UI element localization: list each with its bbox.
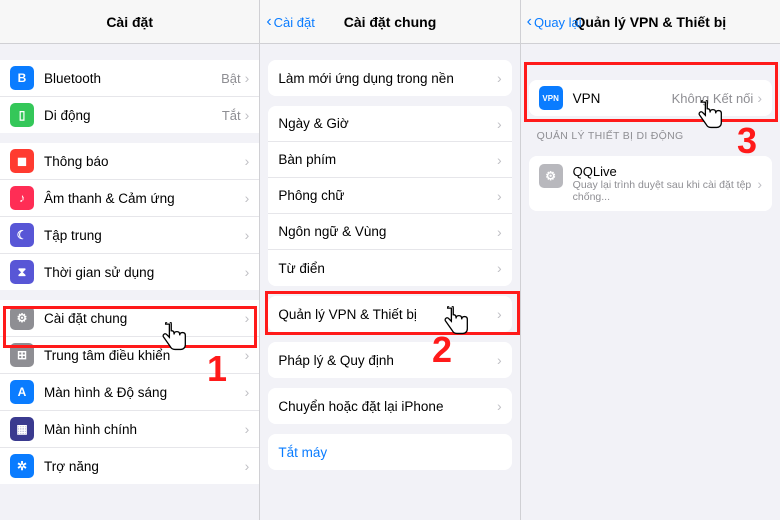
chevron-right-icon: › <box>497 224 502 240</box>
chevron-right-icon: › <box>245 227 250 243</box>
row-label: Pháp lý & Quy định <box>278 353 497 368</box>
row-label: Chuyển hoặc đặt lại iPhone <box>278 399 497 414</box>
row-label: Phông chữ <box>278 188 497 203</box>
row-label: Ngôn ngữ & Vùng <box>278 224 497 239</box>
general-settings-pane: ‹ Cài đặt Cài đặt chung Làm mới ứng dụng… <box>260 0 520 520</box>
chevron-left-icon: ‹ <box>527 14 532 30</box>
annotation-number-3: 3 <box>737 120 757 162</box>
chevron-right-icon: › <box>497 116 502 132</box>
page-title: Cài đặt <box>106 14 153 30</box>
settings-row-item0[interactable]: Chuyển hoặc đặt lại iPhone› <box>268 388 511 424</box>
row-value: Bật <box>221 71 241 86</box>
chevron-right-icon: › <box>497 260 502 276</box>
annotation-number-2: 2 <box>432 329 452 371</box>
chevron-right-icon: › <box>497 352 502 368</box>
settings-row-item1[interactable]: Bàn phím› <box>268 142 511 178</box>
display-icon: A <box>10 380 34 404</box>
chevron-right-icon: › <box>245 153 250 169</box>
chevron-right-icon: › <box>245 384 250 400</box>
settings-row-general[interactable]: ⚙ Cài đặt chung› <box>0 300 259 337</box>
profile-sublabel: Quay lại trình duyệt sau khi cài đặt tệp… <box>573 179 758 203</box>
chevron-right-icon: › <box>245 190 250 206</box>
annotation-number-1: 1 <box>207 348 227 390</box>
row-label: Tắt máy <box>278 445 501 460</box>
settings-row-item4[interactable]: Từ điển› <box>268 250 511 286</box>
chevron-left-icon: ‹ <box>266 14 271 30</box>
chevron-right-icon: › <box>245 264 250 280</box>
focus-icon: ☾ <box>10 223 34 247</box>
row-label: Thời gian sử dụng <box>44 265 245 280</box>
chevron-right-icon: › <box>497 306 502 322</box>
back-label: Cài đặt <box>274 15 315 30</box>
settings-row-accessibility[interactable]: ✲ Trợ năng› <box>0 448 259 484</box>
settings-row-notifications[interactable]: ◼ Thông báo› <box>0 143 259 180</box>
homescreen-icon: ▦ <box>10 417 34 441</box>
vpn-device-management-pane: ‹ Quay lại Quản lý VPN & Thiết bị VPN VP… <box>521 0 780 520</box>
back-button[interactable]: ‹ Cài đặt <box>266 0 315 44</box>
chevron-right-icon: › <box>245 107 250 123</box>
settings-row-item0[interactable]: Tắt máy <box>268 434 511 470</box>
settings-row-item3[interactable]: Ngôn ngữ & Vùng› <box>268 214 511 250</box>
chevron-right-icon: › <box>245 458 250 474</box>
chevron-right-icon: › <box>245 70 250 86</box>
header-col1: Cài đặt <box>0 0 259 44</box>
row-label: Ngày & Giờ <box>278 116 497 131</box>
chevron-right-icon: › <box>497 152 502 168</box>
row-value: Tắt <box>222 108 241 123</box>
profile-label: QQLive <box>573 164 758 179</box>
settings-row-screentime[interactable]: ⧗ Thời gian sử dụng› <box>0 254 259 290</box>
header-col2: ‹ Cài đặt Cài đặt chung <box>260 0 519 44</box>
settings-row-item0[interactable]: Làm mới ứng dụng trong nền› <box>268 60 511 96</box>
row-label: Trợ năng <box>44 459 245 474</box>
settings-row-sounds[interactable]: ♪ Âm thanh & Cảm ứng› <box>0 180 259 217</box>
settings-row-homescreen[interactable]: ▦ Màn hình chính› <box>0 411 259 448</box>
settings-row-item2[interactable]: Phông chữ› <box>268 178 511 214</box>
chevron-right-icon: › <box>497 70 502 86</box>
cellular-icon: ▯ <box>10 103 34 127</box>
row-label: Bluetooth <box>44 71 221 86</box>
back-label: Quay lại <box>534 15 582 30</box>
row-label: Âm thanh & Cảm ứng <box>44 191 245 206</box>
accessibility-icon: ✲ <box>10 454 34 478</box>
sounds-icon: ♪ <box>10 186 34 210</box>
vpn-icon: VPN <box>539 86 563 110</box>
settings-row-focus[interactable]: ☾ Tập trung› <box>0 217 259 254</box>
page-title: Quản lý VPN & Thiết bị <box>574 14 726 30</box>
row-label: Từ điển <box>278 261 497 276</box>
settings-row-item0[interactable]: Pháp lý & Quy định› <box>268 342 511 378</box>
profile-row-qqlive[interactable]: ⚙ QQLive Quay lại trình duyệt sau khi cà… <box>529 156 772 211</box>
page-title: Cài đặt chung <box>344 14 437 30</box>
profile-icon: ⚙ <box>539 164 563 188</box>
row-label: Bàn phím <box>278 152 497 167</box>
back-button[interactable]: ‹ Quay lại <box>527 0 582 44</box>
screentime-icon: ⧗ <box>10 260 34 284</box>
header-col3: ‹ Quay lại Quản lý VPN & Thiết bị <box>521 0 780 44</box>
general-icon: ⚙ <box>10 306 34 330</box>
row-label: Cài đặt chung <box>44 311 245 326</box>
chevron-right-icon: › <box>497 398 502 414</box>
chevron-right-icon: › <box>245 421 250 437</box>
chevron-right-icon: › <box>757 176 762 192</box>
settings-row-item0[interactable]: Quản lý VPN & Thiết bị› <box>268 296 511 332</box>
chevron-right-icon: › <box>245 347 250 363</box>
chevron-right-icon: › <box>245 310 250 326</box>
row-label: Quản lý VPN & Thiết bị <box>278 307 497 322</box>
chevron-right-icon: › <box>757 90 762 106</box>
settings-row-cellular[interactable]: ▯ Di độngTắt › <box>0 97 259 133</box>
row-label: Tập trung <box>44 228 245 243</box>
vpn-row[interactable]: VPN VPN Không Kết nối › <box>529 80 772 116</box>
bluetooth-icon: B <box>10 66 34 90</box>
row-label: Di động <box>44 108 222 123</box>
settings-row-bluetooth[interactable]: B BluetoothBật › <box>0 60 259 97</box>
notifications-icon: ◼ <box>10 149 34 173</box>
settings-sidebar: Cài đặt B BluetoothBật › ▯ Di độngTắt › ◼ Thôn… <box>0 0 260 520</box>
row-label: Làm mới ứng dụng trong nền <box>278 71 497 86</box>
row-label: Thông báo <box>44 154 245 169</box>
chevron-right-icon: › <box>497 188 502 204</box>
controlcenter-icon: ⊞ <box>10 343 34 367</box>
vpn-status: Không Kết nối <box>672 91 754 106</box>
row-label: Màn hình chính <box>44 422 245 437</box>
vpn-label: VPN <box>573 91 672 106</box>
settings-row-item0[interactable]: Ngày & Giờ› <box>268 106 511 142</box>
